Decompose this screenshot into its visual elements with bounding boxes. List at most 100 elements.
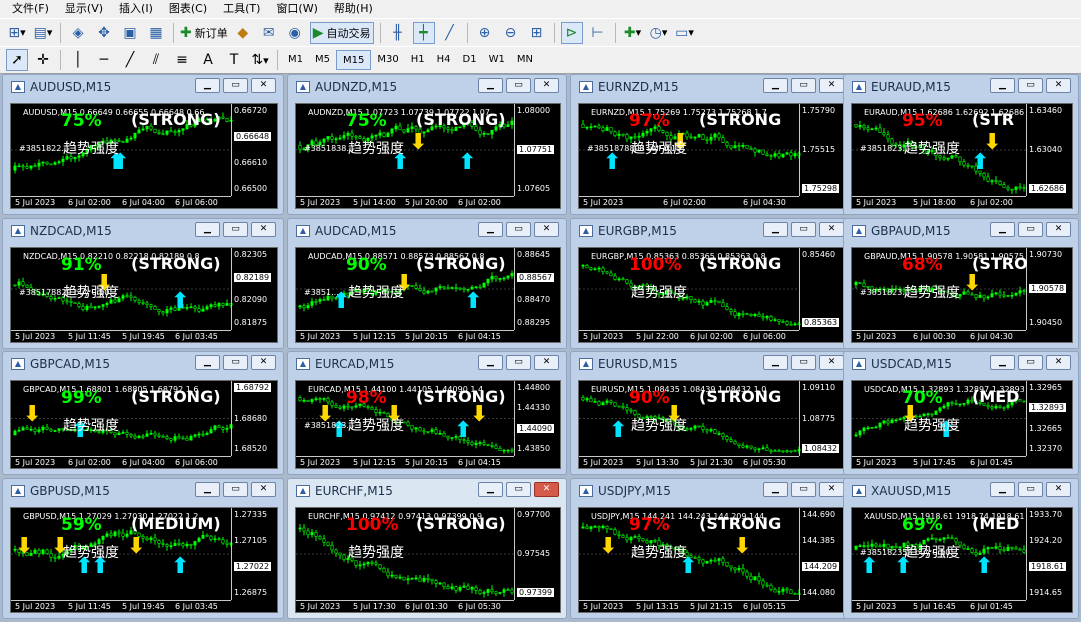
chart-window-audcad[interactable]: ▲ AUDCAD,M15 ▁ ▭ ✕ ⬆ ⬇ ⬆ AUDCAD,M15 0.88571 0.88… xyxy=(287,218,567,349)
horizontal-line-button[interactable]: ─ xyxy=(93,49,115,71)
close-button[interactable]: ✕ xyxy=(819,355,844,370)
chart-window-audnzd[interactable]: ▲ AUDNZD,M15 ▁ ▭ ✕ ⬆ ⬇ ⬆ AUDNZD,M15 1.07723 1.07… xyxy=(287,74,567,215)
close-button[interactable]: ✕ xyxy=(251,222,276,237)
close-button[interactable]: ✕ xyxy=(534,78,559,93)
chart-plot-area[interactable]: ⬇ ⬇ ⬆ ⬆ ⬇ ⬆ GBPUSD,M15 1.27029 1.27030 1.27022… xyxy=(10,507,278,613)
chart-titlebar[interactable]: ▲ GBPAUD,M15 ▁ ▭ ✕ xyxy=(847,221,1075,241)
new-order-button[interactable]: ✚ 新订单 xyxy=(180,22,228,44)
chart-window-xauusd[interactable]: ▲ XAUUSD,M15 ▁ ▭ ✕ ⬆ ⬆ ⬆ XAUUSD,M15 1918.61 1918… xyxy=(843,478,1079,619)
channel-button[interactable]: ⫽ xyxy=(145,49,167,71)
chart-window-gbpaud[interactable]: ▲ GBPAUD,M15 ▁ ▭ ✕ ⬇ GBPAUD,M15 1.90578 1.9058… xyxy=(843,218,1079,349)
close-button[interactable]: ✕ xyxy=(534,222,559,237)
chart-plot-area[interactable]: ⬆ ⬇ EURNZD,M15 1.75269 1.75273 1.75268 1.7… xyxy=(578,103,846,209)
maximize-button[interactable]: ▭ xyxy=(223,78,248,93)
timeframe-h4[interactable]: H4 xyxy=(431,50,457,70)
timeframe-w1[interactable]: W1 xyxy=(483,50,511,70)
chart-window-eurusd[interactable]: ▲ EURUSD,M15 ▁ ▭ ✕ ⬆ ⬇ EURUSD,M15 1.08435 1.084… xyxy=(570,351,852,475)
maximize-button[interactable]: ▭ xyxy=(223,355,248,370)
chart-plot-area[interactable]: ⬆ ⬇ ⬆ AUDNZD,M15 1.07723 1.07739 1.07722 1.… xyxy=(295,103,561,209)
minimize-button[interactable]: ▁ xyxy=(195,482,220,497)
minimize-button[interactable]: ▁ xyxy=(763,78,788,93)
maximize-button[interactable]: ▭ xyxy=(1018,78,1043,93)
chart-titlebar[interactable]: ▲ EURCHF,M15 ▁ ▭ ✕ xyxy=(291,481,563,501)
timeframe-m15[interactable]: M15 xyxy=(336,50,372,70)
chart-window-audusd[interactable]: ▲ AUDUSD,M15 ▁ ▭ ✕ ⬆ ⬆ AUDUSD,M15 0.66649 0.666… xyxy=(2,74,284,215)
menu-help[interactable]: 帮助(H) xyxy=(326,0,381,18)
zoom-in-button[interactable]: ⊕ xyxy=(474,22,496,44)
close-button[interactable]: ✕ xyxy=(534,355,559,370)
maximize-button[interactable]: ▭ xyxy=(791,482,816,497)
templates-button[interactable]: ▭ ▾ xyxy=(674,22,696,44)
cursor-button[interactable]: ➚ xyxy=(6,49,28,71)
chart-titlebar[interactable]: ▲ GBPUSD,M15 ▁ ▭ ✕ xyxy=(6,481,280,501)
close-button[interactable]: ✕ xyxy=(819,482,844,497)
chart-titlebar[interactable]: ▲ USDJPY,M15 ▁ ▭ ✕ xyxy=(574,481,848,501)
maximize-button[interactable]: ▭ xyxy=(1018,222,1043,237)
close-button[interactable]: ✕ xyxy=(819,222,844,237)
navigator-button[interactable]: ✥ xyxy=(93,22,115,44)
terminal-button[interactable]: ▦ xyxy=(145,22,167,44)
maximize-button[interactable]: ▭ xyxy=(506,482,531,497)
zoom-out-button[interactable]: ⊖ xyxy=(500,22,522,44)
close-button[interactable]: ✕ xyxy=(251,78,276,93)
chart-plot-area[interactable]: EURCHF,M15 0.97412 0.97413 0.97399 0.9 10… xyxy=(295,507,561,613)
chart-plot-area[interactable]: ⬇ GBPAUD,M15 1.90578 1.90581 1.90575 1.9 6… xyxy=(851,247,1073,343)
label-button[interactable]: T xyxy=(223,49,245,71)
menu-window[interactable]: 窗口(W) xyxy=(268,0,325,18)
chart-window-gbpcad[interactable]: ▲ GBPCAD,M15 ▁ ▭ ✕ ⬇ ⬆ GBPCAD,M15 1.68801 1.688… xyxy=(2,351,284,475)
crosshair-button[interactable]: ✛ xyxy=(32,49,54,71)
minimize-button[interactable]: ▁ xyxy=(990,482,1015,497)
timeframe-m1[interactable]: M1 xyxy=(282,50,309,70)
chart-window-nzdcad[interactable]: ▲ NZDCAD,M15 ▁ ▭ ✕ ⬇ ⬆ NZDCAD,M15 0.82210 0.822… xyxy=(2,218,284,349)
minimize-button[interactable]: ▁ xyxy=(195,222,220,237)
close-button[interactable]: ✕ xyxy=(251,355,276,370)
text-button[interactable]: A xyxy=(197,49,219,71)
chart-window-eurcad[interactable]: ▲ EURCAD,M15 ▁ ▭ ✕ ⬇ ⬆ ⬇ ⬆ ⬇ EURCAD,M15 1.44100 1.… xyxy=(287,351,567,475)
meta-editor-button[interactable]: ◆ xyxy=(232,22,254,44)
chart-plot-area[interactable]: ⬆⬇EURAUD,M15 1.62686 1.62692 1.62686 1.6… xyxy=(851,103,1073,209)
line-chart-button[interactable]: ╱ xyxy=(439,22,461,44)
minimize-button[interactable]: ▁ xyxy=(763,482,788,497)
menu-tools[interactable]: 工具(T) xyxy=(215,0,268,18)
close-button[interactable]: ✕ xyxy=(1046,355,1071,370)
vps-button[interactable]: ◉ xyxy=(284,22,306,44)
chart-plot-area[interactable]: ⬇ ⬆ USDCAD,M15 1.32893 1.32897 1.32893 1.3… xyxy=(851,380,1073,469)
maximize-button[interactable]: ▭ xyxy=(1018,482,1043,497)
data-window-button[interactable]: ▣ xyxy=(119,22,141,44)
chart-plot-area[interactable]: ⬇ ⬆ GBPCAD,M15 1.68801 1.68805 1.68792 1.6… xyxy=(10,380,278,469)
chart-plot-area[interactable]: ⬇ ⬆ ⬇ USDJPY,M15 144.241 144.243 144.209 14… xyxy=(578,507,846,613)
chart-plot-area[interactable]: ⬆ ⬆ AUDUSD,M15 0.66649 0.66655 0.66648 0.6… xyxy=(10,103,278,209)
minimize-button[interactable]: ▁ xyxy=(478,78,503,93)
chart-plot-area[interactable]: ⬇ ⬆ ⬇ ⬆ ⬇ EURCAD,M15 1.44100 1.44105 1.44090 … xyxy=(295,380,561,469)
chart-window-eurgbp[interactable]: ▲ EURGBP,M15 ▁ ▭ ✕ EURGBP,M15 0.85363 0.85365… xyxy=(570,218,852,349)
minimize-button[interactable]: ▁ xyxy=(990,222,1015,237)
chart-window-usdcad[interactable]: ▲ USDCAD,M15 ▁ ▭ ✕ ⬇ ⬆ USDCAD,M15 1.32893 1.328… xyxy=(843,351,1079,475)
indicators-button[interactable]: ✚ ▾ xyxy=(622,22,644,44)
market-watch-button[interactable]: ◈ xyxy=(67,22,89,44)
chart-window-euraud[interactable]: ▲ EURAUD,M15 ▁ ▭ ✕ ⬆ ⬇ EURAUD,M15 1.62686 1.626… xyxy=(843,74,1079,215)
arrows-button[interactable]: ⇅ ▾ xyxy=(249,49,271,71)
chart-titlebar[interactable]: ▲ GBPCAD,M15 ▁ ▭ ✕ xyxy=(6,354,280,374)
profiles-button[interactable]: ▤ ▾ xyxy=(32,22,54,44)
chart-titlebar[interactable]: ▲ NZDCAD,M15 ▁ ▭ ✕ xyxy=(6,221,280,241)
menu-charts[interactable]: 图表(C) xyxy=(161,0,215,18)
timeframe-m30[interactable]: M30 xyxy=(371,50,404,70)
minimize-button[interactable]: ▁ xyxy=(763,355,788,370)
chart-plot-area[interactable]: ⬇ ⬆ NZDCAD,M15 0.82210 0.82218 0.82189 0.8… xyxy=(10,247,278,343)
chart-window-gbpusd[interactable]: ▲ GBPUSD,M15 ▁ ▭ ✕ ⬇ ⬇ ⬆ ⬆ ⬇ ⬆ GBPUSD,M15 1.27029 1… xyxy=(2,478,284,619)
chart-shift-button[interactable]: ⊢ xyxy=(587,22,609,44)
trendline-button[interactable]: ╱ xyxy=(119,49,141,71)
tile-windows-button[interactable]: ⊞ xyxy=(526,22,548,44)
chart-window-eurnzd[interactable]: ▲ EURNZD,M15 ▁ ▭ ✕ ⬆ ⬇ EURNZD,M15 1.75269 1.752… xyxy=(570,74,852,215)
minimize-button[interactable]: ▁ xyxy=(763,222,788,237)
timeframe-mn[interactable]: MN xyxy=(511,50,539,70)
maximize-button[interactable]: ▭ xyxy=(1018,355,1043,370)
auto-trading-button[interactable]: ▶ 自动交易 xyxy=(309,21,374,44)
chart-titlebar[interactable]: ▲ XAUUSD,M15 ▁ ▭ ✕ xyxy=(847,481,1075,501)
chart-plot-area[interactable]: ⬆⬆⬆XAUUSD,M15 1918.61 1918.74 1918.61 19… xyxy=(851,507,1073,613)
minimize-button[interactable]: ▁ xyxy=(990,78,1015,93)
chart-window-eurchf[interactable]: ▲ EURCHF,M15 ▁ ▭ ✕ EURCHF,M15 0.97412 0.97413… xyxy=(287,478,567,619)
bar-chart-button[interactable]: ╫ xyxy=(387,22,409,44)
vertical-line-button[interactable]: │ xyxy=(67,49,89,71)
minimize-button[interactable]: ▁ xyxy=(195,355,220,370)
